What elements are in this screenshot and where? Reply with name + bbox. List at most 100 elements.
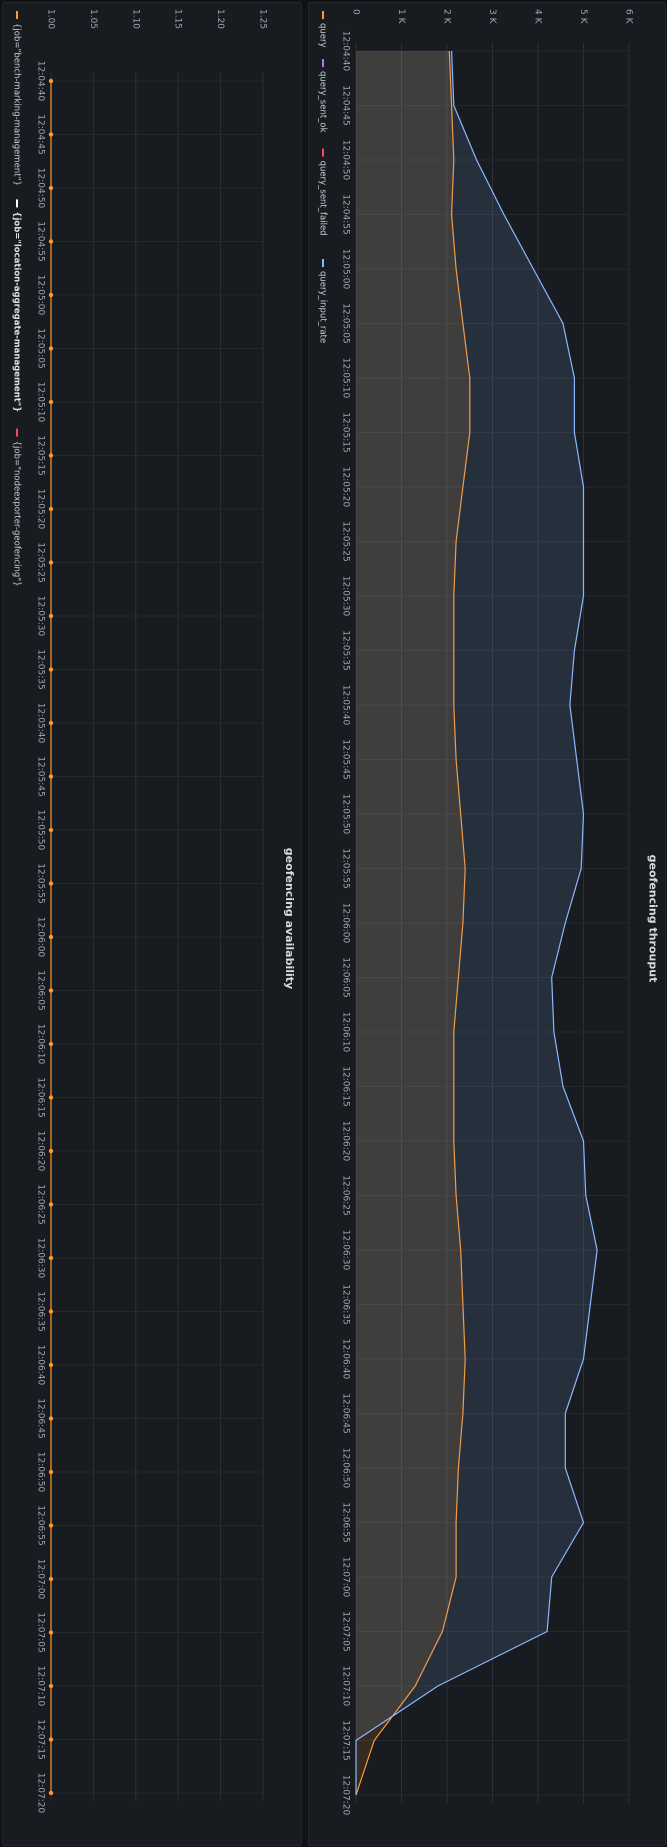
y-tick-label: 1.15 (173, 9, 183, 29)
legend-label: query_sent_ok (318, 71, 328, 133)
x-tick-label: 12:06:30 (36, 1238, 46, 1279)
data-point[interactable] (48, 774, 54, 779)
data-point[interactable] (48, 1469, 54, 1475)
data-point[interactable] (48, 613, 54, 619)
x-tick-label: 12:06:35 (36, 1291, 46, 1331)
x-tick-label: 12:05:25 (341, 521, 351, 561)
data-point[interactable] (48, 667, 54, 672)
x-tick-label: 12:06:20 (36, 1131, 46, 1172)
x-tick-label: 12:06:20 (341, 1121, 351, 1162)
legend-item[interactable]: query (318, 11, 328, 48)
data-point[interactable] (48, 346, 54, 351)
x-tick-label: 12:06:10 (341, 1012, 351, 1053)
x-tick-label: 12:05:20 (36, 489, 46, 530)
data-point[interactable] (48, 506, 54, 512)
data-point[interactable] (48, 1255, 54, 1261)
data-point[interactable] (48, 1683, 54, 1689)
data-point[interactable] (48, 1095, 54, 1100)
data-point[interactable] (48, 1041, 54, 1047)
x-tick-label: 12:04:50 (341, 140, 351, 181)
data-point[interactable] (48, 185, 54, 191)
x-tick-label: 12:04:45 (36, 114, 46, 154)
x-tick-label: 12:06:55 (341, 1502, 351, 1542)
x-tick-label: 12:06:50 (341, 1448, 351, 1489)
data-point[interactable] (48, 1576, 54, 1582)
data-point[interactable] (48, 720, 54, 726)
legend-label: {job="location-aggregate-management"} (12, 211, 22, 412)
data-point[interactable] (48, 988, 54, 993)
legend-item[interactable]: {job="location-aggregate-management"} (12, 199, 22, 412)
x-tick-label: 12:06:25 (341, 1175, 351, 1215)
legend-label: query_sent_failed (318, 161, 328, 236)
legend-item[interactable]: {job="nodeexporter-geofencing"} (12, 428, 22, 587)
x-tick-label: 12:05:00 (341, 249, 351, 290)
data-point[interactable] (48, 132, 54, 137)
x-tick-label: 12:06:45 (36, 1398, 46, 1438)
x-tick-label: 12:05:35 (341, 630, 351, 670)
x-tick-label: 12:07:10 (341, 1666, 351, 1707)
data-point[interactable] (48, 453, 54, 458)
x-tick-label: 12:07:15 (36, 1719, 46, 1759)
legend-label: {job="nodeexporter-geofencing"} (12, 441, 22, 587)
legend-label: query_input_rate (318, 271, 328, 343)
y-tick-label: 1.10 (130, 9, 140, 29)
x-tick-label: 12:06:00 (341, 903, 351, 944)
x-tick-label: 12:05:55 (341, 848, 351, 888)
x-tick-label: 12:04:55 (341, 194, 351, 234)
data-point[interactable] (48, 399, 54, 405)
data-point[interactable] (48, 934, 54, 940)
x-tick-label: 12:06:10 (36, 1024, 46, 1065)
data-point[interactable] (48, 1790, 54, 1796)
x-tick-label: 12:05:15 (341, 412, 351, 452)
x-tick-label: 12:05:45 (341, 739, 351, 779)
data-point[interactable] (48, 1523, 54, 1528)
data-point[interactable] (48, 1630, 54, 1635)
throughput-panel: geofencing throuput 01 K2 K3 K4 K5 K6 K1… (308, 2, 666, 1846)
x-tick-label: 12:06:50 (36, 1452, 46, 1493)
legend-item[interactable]: query_sent_ok (318, 59, 328, 133)
data-point[interactable] (48, 1737, 54, 1742)
x-tick-label: 12:05:40 (341, 685, 351, 726)
x-tick-label: 12:06:05 (341, 957, 351, 997)
y-tick-label: 6 K (624, 9, 634, 25)
x-tick-label: 12:07:10 (36, 1666, 46, 1707)
x-tick-label: 12:05:05 (341, 303, 351, 343)
data-point[interactable] (48, 1309, 54, 1314)
data-point[interactable] (48, 78, 54, 84)
x-tick-label: 12:04:45 (341, 85, 351, 125)
data-point[interactable] (48, 560, 54, 565)
throughput-chart[interactable]: 0 1 K 2 K 3 K 4 K 5 K 6 K 12:04:40 12:04:45 12:04… (309, 3, 665, 1845)
data-point[interactable] (48, 1202, 54, 1207)
legend-item[interactable]: query_sent_failed (318, 148, 328, 236)
x-tick-label: 12:05:30 (36, 596, 46, 637)
y-tick-label: 1.20 (215, 9, 225, 29)
x-tick-label: 12:05:10 (341, 358, 351, 399)
x-tick-label: 12:06:35 (341, 1284, 351, 1324)
x-tick-label: 12:06:25 (36, 1184, 46, 1224)
data-point[interactable] (48, 827, 54, 833)
legend-item[interactable]: {job="bench-marking-management"} (12, 11, 22, 186)
x-tick-label: 12:07:05 (36, 1612, 46, 1652)
data-point[interactable] (48, 1148, 54, 1154)
x-tick-label: 12:06:40 (36, 1345, 46, 1386)
data-point[interactable] (48, 1416, 54, 1421)
legend-label: query (318, 23, 328, 48)
x-tick-label: 12:07:00 (341, 1557, 351, 1598)
x-tick-label: 12:06:05 (36, 970, 46, 1010)
data-point[interactable] (48, 292, 54, 298)
data-point[interactable] (48, 881, 54, 886)
y-tick-label: 4 K (533, 9, 543, 25)
x-tick-label: 12:05:50 (341, 794, 351, 835)
x-tick-label: 12:07:20 (341, 1775, 351, 1816)
x-tick-label: 12:04:40 (36, 61, 46, 102)
data-point[interactable] (48, 1362, 54, 1368)
y-tick-label: 1 K (396, 9, 406, 25)
x-tick-label: 12:05:10 (36, 382, 46, 423)
data-point[interactable] (48, 239, 54, 244)
y-tick-label: 0 (351, 9, 361, 15)
x-tick-label: 12:06:15 (36, 1077, 46, 1117)
x-tick-label: 12:07:05 (341, 1611, 351, 1651)
x-tick-label: 12:05:00 (36, 275, 46, 316)
legend-item[interactable]: query_input_rate (318, 259, 328, 343)
availability-chart[interactable]: 1.00 1.05 1.10 1.15 1.20 1.25 12:04:40 12:04:45… (3, 3, 301, 1845)
